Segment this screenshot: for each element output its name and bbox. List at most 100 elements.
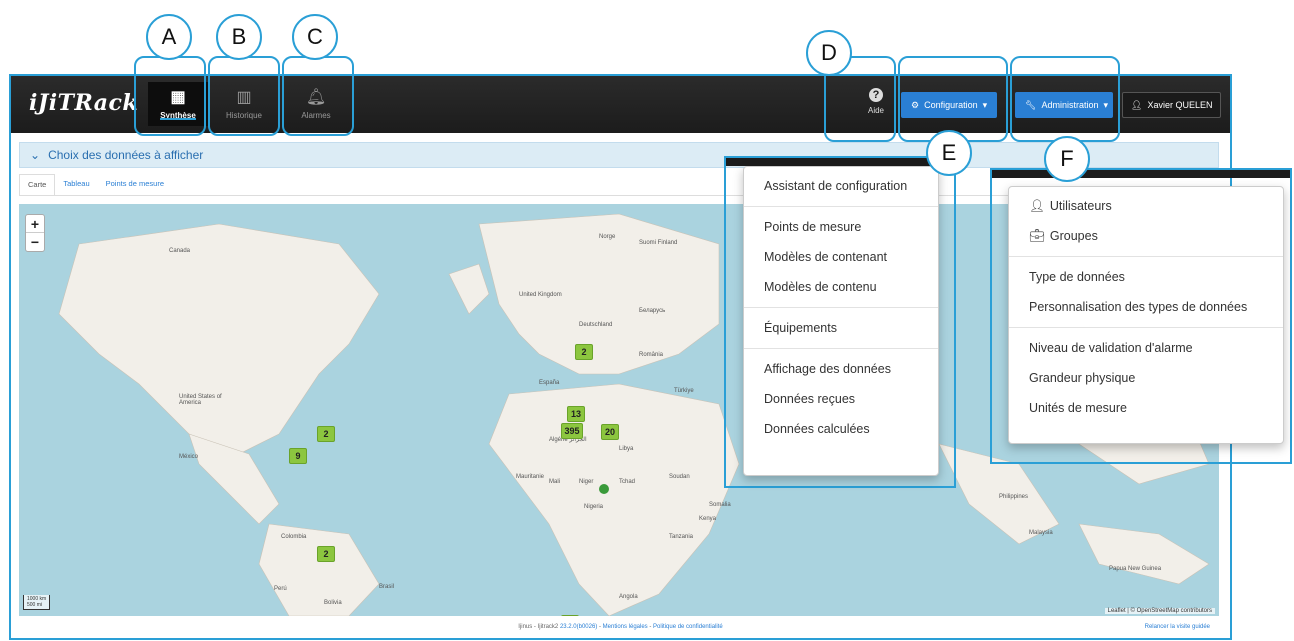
map-label: Canada <box>169 248 191 254</box>
map-label: México <box>179 454 199 460</box>
menu-item[interactable]: Modèles de contenu <box>744 272 938 302</box>
menu-item[interactable]: Modèles de contenant <box>744 242 938 272</box>
admin-menu: 👤︎ Utilisateurs 💼︎ Groupes Type de donné… <box>1008 186 1284 444</box>
menu-item[interactable]: Assistant de configuration <box>744 171 938 201</box>
callout-c: C <box>292 14 338 60</box>
tab-points-de-mesure[interactable]: Points de mesure <box>98 174 172 196</box>
map-label: United States of America <box>179 394 222 406</box>
user-button[interactable]: 👤︎ Xavier QUELEN <box>1122 92 1222 118</box>
map-cluster-marker[interactable]: 20 <box>601 424 619 440</box>
map-label: Somalia <box>709 502 731 508</box>
callout-f: F <box>1044 136 1090 182</box>
callout-box-c <box>282 56 354 136</box>
callout-e: E <box>926 130 972 176</box>
map-cluster-marker[interactable]: 9 <box>289 448 307 464</box>
zoom-in-button[interactable]: + <box>26 215 44 233</box>
tab-tableau[interactable]: Tableau <box>55 174 97 196</box>
menu-item[interactable]: Niveau de validation d'alarme <box>1009 333 1283 363</box>
map-label: Soudan <box>669 474 690 480</box>
config-menu: Assistant de configuration Points de mes… <box>743 166 939 476</box>
config-dropdown-frame: Assistant de configuration Points de mes… <box>724 156 956 488</box>
footer-privacy-link[interactable]: Politique de confidentialité <box>653 624 723 630</box>
map-label: Tchad <box>619 479 636 485</box>
callout-box-b <box>208 56 280 136</box>
map-label: România <box>639 352 664 358</box>
menu-divider <box>744 348 938 349</box>
callout-box-a <box>134 56 206 136</box>
map-label: Kenya <box>699 516 717 522</box>
menu-item[interactable]: Données reçues <box>744 384 938 414</box>
map-label: Suomi Finland <box>639 240 678 246</box>
user-icon: 👤︎ <box>1131 99 1143 110</box>
map-cluster-marker[interactable]: 2 <box>317 546 335 562</box>
map-label: Philippines <box>999 494 1029 500</box>
menu-divider <box>1009 327 1283 328</box>
map-label: Niger <box>579 479 594 485</box>
menu-item[interactable]: Affichage des données <box>744 354 938 384</box>
callout-a: A <box>146 14 192 60</box>
footer-tour-link[interactable]: Relancer la visite guidée <box>1145 624 1210 630</box>
footer-text: Ijinus - Ijitrack2 <box>518 624 559 630</box>
map-label: Mali <box>549 479 561 485</box>
admin-dropdown-header <box>992 170 1290 178</box>
menu-item[interactable]: Équipements <box>744 313 938 343</box>
logo: iJiTRack <box>29 90 139 116</box>
map-label: Türkiye <box>674 388 694 394</box>
menu-item-users[interactable]: 👤︎ Utilisateurs <box>1009 191 1283 221</box>
scale-mi: 500 mi <box>27 602 43 608</box>
data-choice-label: Choix des données à afficher <box>48 148 204 162</box>
map-label: Angola <box>619 594 638 600</box>
map-cluster-marker[interactable]: 27 <box>561 615 579 616</box>
map-label: Bolivia <box>324 600 342 606</box>
zoom-control: + − <box>25 214 45 252</box>
menu-item[interactable]: Unités de mesure <box>1009 393 1283 423</box>
menu-divider <box>744 206 938 207</box>
menu-item[interactable]: Grandeur physique <box>1009 363 1283 393</box>
map-point-marker[interactable] <box>599 484 609 494</box>
footer-version[interactable]: 23.2.0(b0026) <box>560 624 597 630</box>
map-label: Papua New Guinea <box>1109 566 1162 572</box>
callout-box-f <box>1010 56 1120 142</box>
menu-item[interactable]: Personnalisation des types de données <box>1009 292 1283 322</box>
callout-d: D <box>806 30 852 76</box>
map-cluster-marker[interactable]: 2 <box>317 426 335 442</box>
menu-item[interactable]: Données calculées <box>744 414 938 444</box>
map-cluster-marker[interactable]: 395 <box>561 423 583 439</box>
tab-carte[interactable]: Carte <box>19 174 56 196</box>
menu-divider <box>744 307 938 308</box>
map-cluster-marker[interactable]: 13 <box>567 406 585 422</box>
map-scale: 1000 km 500 mi <box>23 595 51 610</box>
data-choice-panel[interactable]: ⌄ Choix des données à afficher <box>19 142 1219 168</box>
map-attribution[interactable]: Leaflet | © OpenStreetMap contributors <box>1104 608 1215 614</box>
documentation-figure: iJiTRack ▦ Synthèse ▥ Historique 🔔︎ Alar… <box>0 0 1294 641</box>
zoom-out-button[interactable]: − <box>26 233 44 251</box>
config-dropdown-header <box>726 158 954 166</box>
footer-legal-link[interactable]: Mentions légales <box>603 624 648 630</box>
map-label: Deutschland <box>579 322 613 328</box>
map-label: España <box>539 380 560 386</box>
map-label: Tanzania <box>669 534 694 540</box>
menu-item-label: Utilisateurs <box>1049 199 1112 213</box>
map-label: Nigeria <box>584 504 604 510</box>
menu-item[interactable]: Points de mesure <box>744 212 938 242</box>
callout-box-e <box>898 56 1008 142</box>
menu-item[interactable]: Type de données <box>1009 262 1283 292</box>
menu-item-groups[interactable]: 💼︎ Groupes <box>1009 221 1283 251</box>
briefcase-icon: 💼︎ <box>1029 228 1045 243</box>
view-tabs: Carte Tableau Points de mesure <box>19 174 172 196</box>
user-icon: 👤︎ <box>1029 198 1045 213</box>
map-label: Perú <box>274 586 287 592</box>
admin-dropdown-frame: 👤︎ Utilisateurs 💼︎ Groupes Type de donné… <box>990 168 1292 464</box>
callout-b: B <box>216 14 262 60</box>
map-label: Беларусь <box>639 308 666 314</box>
map-label: Colombia <box>281 534 307 540</box>
map-label: Malaysia <box>1029 530 1053 536</box>
map-label: Norge <box>599 234 616 240</box>
footer: Ijinus - Ijitrack2 23.2.0(b0026) - Menti… <box>518 624 723 630</box>
map-cluster-marker[interactable]: 2 <box>575 344 593 360</box>
map-label: Brasil <box>379 584 395 590</box>
user-label: Xavier QUELEN <box>1147 100 1213 110</box>
menu-divider <box>1009 256 1283 257</box>
chevron-down-icon: ⌄ <box>30 148 41 162</box>
menu-item-label: Groupes <box>1049 229 1098 243</box>
